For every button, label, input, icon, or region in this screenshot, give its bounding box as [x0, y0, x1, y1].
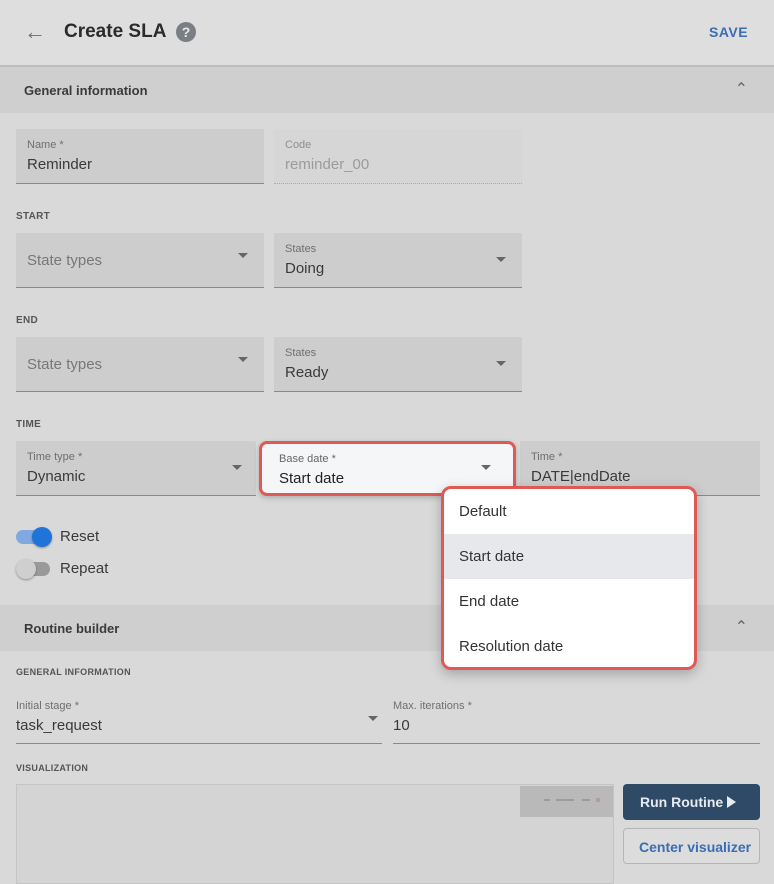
page-title: Create SLA [64, 21, 167, 42]
dropdown-arrow-icon [368, 716, 378, 721]
time-heading: TIME [16, 419, 42, 430]
play-icon [727, 796, 736, 808]
dropdown-arrow-icon [481, 465, 491, 470]
dropdown-arrow-icon [496, 257, 506, 262]
dropdown-arrow-icon [496, 361, 506, 366]
chevron-up-icon[interactable]: ⌃ [735, 79, 748, 99]
top-bar: ← Create SLA ? SAVE [0, 0, 774, 67]
start-state-types-select[interactable]: State types [16, 233, 264, 288]
save-button[interactable]: SAVE [709, 24, 748, 40]
section-label: Routine builder [24, 621, 120, 636]
repeat-toggle[interactable]: Repeat [16, 558, 116, 580]
time-type-select[interactable]: Time type * Dynamic [16, 441, 256, 496]
base-date-menu: Default Start date End date Resolution d… [441, 486, 697, 670]
visualization-heading: VISUALIZATION [16, 763, 89, 773]
max-iterations-field[interactable]: Max. iterations * 10 [393, 700, 760, 744]
name-value: Reminder [27, 156, 93, 173]
back-arrow-icon[interactable]: ← [24, 20, 48, 44]
end-state-types-select[interactable]: State types [16, 337, 264, 392]
toggle-knob [32, 527, 52, 547]
toggle-knob [16, 559, 36, 579]
dropdown-arrow-icon [238, 253, 248, 258]
code-value: reminder_00 [285, 156, 370, 173]
initial-stage-select[interactable]: Initial stage * task_request [16, 700, 382, 744]
start-heading: START [16, 211, 51, 222]
menu-option-start-date[interactable]: Start date [444, 534, 694, 579]
routine-general-heading: GENERAL INFORMATION [16, 667, 131, 677]
general-information-header[interactable]: General information ⌃ [0, 67, 774, 113]
section-label: General information [24, 83, 148, 98]
menu-option-end-date[interactable]: End date [444, 579, 694, 624]
chevron-up-icon[interactable]: ⌃ [735, 617, 748, 637]
start-states-select[interactable]: States Doing [274, 233, 522, 288]
center-visualizer-button[interactable]: Center visualizer [623, 828, 760, 864]
minimap[interactable] [520, 786, 613, 817]
dropdown-arrow-icon [232, 465, 242, 470]
name-field[interactable]: Name * Reminder [16, 129, 264, 184]
reset-toggle[interactable]: Reset [16, 526, 116, 548]
code-field: Code reminder_00 [274, 129, 522, 184]
menu-option-resolution-date[interactable]: Resolution date [444, 624, 694, 667]
dropdown-arrow-icon [238, 357, 248, 362]
end-heading: END [16, 315, 39, 326]
run-routine-button[interactable]: Run Routine [623, 784, 760, 820]
end-states-select[interactable]: States Ready [274, 337, 522, 392]
help-icon[interactable]: ? [176, 22, 196, 42]
menu-option-default[interactable]: Default [444, 489, 694, 534]
